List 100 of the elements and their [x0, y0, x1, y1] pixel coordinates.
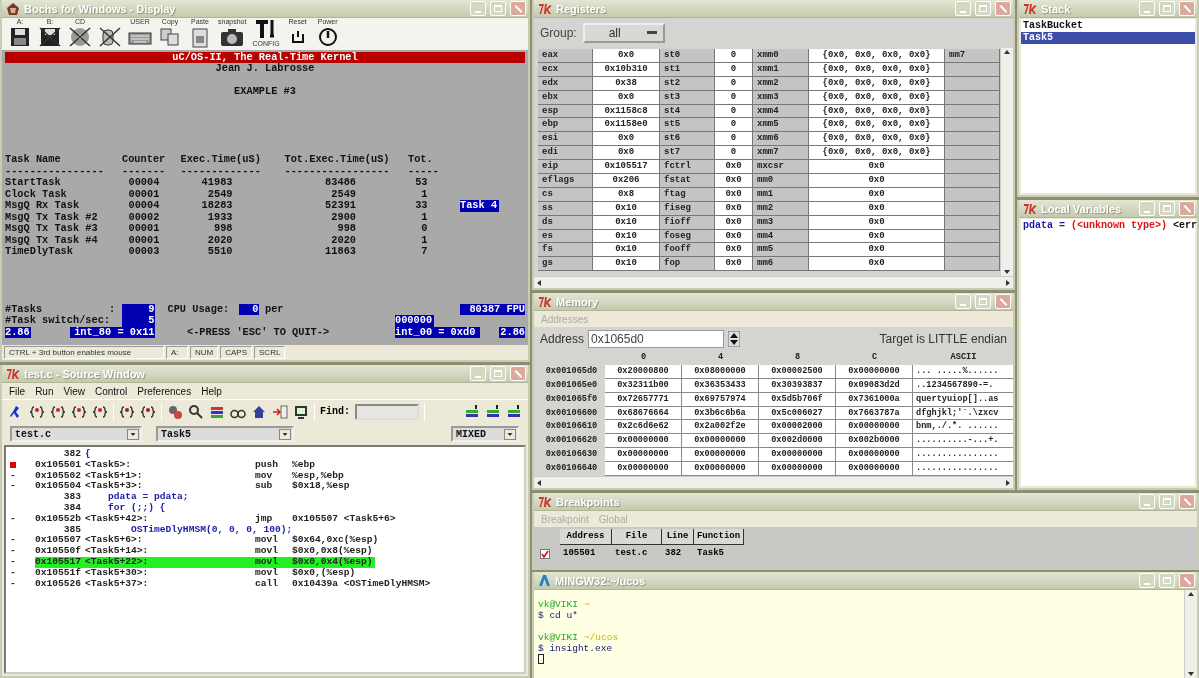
checkbox[interactable]	[540, 549, 550, 559]
menu-item[interactable]: File	[4, 385, 31, 397]
brace-stop-icon[interactable]	[140, 403, 156, 420]
file-dropdown[interactable]: test.c	[10, 426, 142, 442]
rule-text: ----------------	[5, 165, 105, 177]
register-value-cell: {0x0, 0x0, 0x0, 0x0}	[809, 132, 945, 147]
stack-icon[interactable]	[464, 403, 480, 420]
find-field[interactable]	[355, 403, 419, 420]
register-name-cell: mm0	[753, 174, 809, 188]
table-text: 00004	[128, 200, 161, 212]
banner: uC/OS-II, The Real-Time Kernel	[5, 52, 525, 63]
register-value-cell: 0x0	[715, 160, 753, 174]
status-text: SCRL	[254, 346, 286, 359]
arrow-page-icon[interactable]	[272, 403, 288, 420]
source-text: {	[85, 449, 91, 460]
register-value-cell: 0x0	[593, 146, 660, 161]
line-number: 385	[62, 524, 81, 536]
register-name-cell: fop	[660, 257, 715, 272]
gears-icon[interactable]	[167, 403, 183, 420]
scrollbar[interactable]	[1000, 48, 1013, 276]
window-title: Stack	[1041, 2, 1072, 15]
stack-icon[interactable]	[485, 403, 501, 420]
memory-cell: 0x00000000	[836, 420, 913, 435]
table-text: 382	[664, 547, 683, 560]
status-text: CAPS	[220, 346, 252, 359]
memory-cell: 0x002d0000	[759, 434, 836, 449]
opcode-text: movl	[255, 546, 280, 557]
function-dropdown[interactable]: Task5	[156, 426, 294, 442]
brace-stop-icon[interactable]	[119, 403, 135, 420]
memory-cell: 0x2a002f2e	[682, 420, 759, 435]
operand-text: $0x18,%esp	[292, 481, 350, 493]
memory-cell: bnm,./.*. ......	[913, 420, 1013, 435]
register-name-cell: eax	[538, 49, 593, 63]
value-text: 5	[122, 315, 155, 327]
register-name-cell: mxcsr	[753, 160, 809, 174]
register-name-cell: xmm5	[753, 118, 809, 133]
menu-item[interactable]: Preferences	[132, 385, 197, 397]
register-value-cell: 0	[715, 146, 753, 161]
table-text: Clock Task	[5, 188, 68, 200]
window-title: MINGW32:~/ucos	[555, 574, 647, 587]
stack-frame-item[interactable]: Task5	[1021, 32, 1195, 44]
text-cursor	[538, 654, 544, 664]
brace-arrow-icon[interactable]	[92, 403, 108, 420]
row-address: 0x001065f0	[544, 392, 599, 406]
scrollbar[interactable]	[534, 276, 1013, 288]
label-text: :	[109, 303, 116, 315]
scrollbar[interactable]	[534, 476, 1013, 488]
brace-arrow-icon[interactable]	[29, 403, 45, 420]
dropdown-bar-icon	[646, 31, 657, 35]
close-button[interactable]	[1179, 201, 1195, 216]
scrollbar[interactable]	[1184, 590, 1197, 678]
column-header: Tot.	[408, 154, 434, 166]
address-text: 0x105501	[35, 459, 83, 471]
row-address: 0x001065d0	[544, 364, 599, 378]
stack-frame-item[interactable]: TaskBucket	[1021, 20, 1195, 32]
address-text: 0x105502	[35, 470, 83, 482]
close-button[interactable]	[995, 1, 1011, 16]
operand-text: $0x64,0xc(%esp)	[292, 535, 379, 546]
house-icon[interactable]	[251, 403, 267, 420]
stack-icon[interactable]	[506, 403, 522, 420]
copy-icon[interactable]	[158, 26, 182, 48]
register-value-cell: 0x105517	[593, 160, 660, 174]
magnifier-icon[interactable]	[188, 403, 204, 420]
register-name-cell: eip	[538, 160, 593, 174]
register-value-cell: 0x206	[593, 174, 660, 188]
address-field[interactable]: 0x1065d0	[588, 330, 725, 348]
memory-cell: 0x00000000	[605, 434, 682, 449]
monitor-icon[interactable]	[293, 403, 309, 420]
camera-icon[interactable]	[220, 26, 245, 48]
menu-item[interactable]: Control	[90, 385, 133, 397]
close-button[interactable]	[1179, 573, 1195, 588]
table-text: 00003	[128, 246, 161, 258]
group-dropdown[interactable]: all	[582, 23, 665, 43]
register-name-cell: fooff	[660, 243, 715, 258]
close-button[interactable]	[995, 294, 1011, 309]
mode-dropdown[interactable]: MIXED	[451, 426, 519, 442]
register-value-cell: 0x0	[809, 243, 945, 258]
close-button[interactable]	[1179, 1, 1195, 16]
register-name-cell: eflags	[538, 174, 593, 188]
floppy-icon[interactable]	[8, 26, 32, 48]
spinner-icon[interactable]	[728, 331, 741, 347]
menu-item[interactable]: Help	[196, 385, 227, 397]
window-title: Local Variables	[1041, 202, 1123, 215]
table-text: 83486	[324, 177, 356, 189]
column-header: Exec.Time(uS)	[180, 154, 262, 166]
brace-arrow-icon[interactable]	[50, 403, 66, 420]
operand-text: 0x10439a <OSTimeDlyHMSM>	[292, 578, 431, 590]
close-button[interactable]	[510, 366, 526, 381]
table-text: 00001	[128, 188, 161, 200]
logo-icon	[538, 495, 552, 508]
close-button[interactable]	[1179, 494, 1195, 509]
brace-arrow-icon[interactable]	[71, 403, 87, 420]
opcode-text: call	[255, 578, 280, 590]
breakpoint-icon[interactable]	[10, 462, 16, 469]
close-button[interactable]	[510, 1, 526, 16]
symbol-text: <Task5+37>:	[85, 578, 150, 590]
menu-item[interactable]: View	[58, 385, 90, 397]
opcode-text: sub	[255, 481, 274, 493]
source-text: pdata = pdata;	[107, 492, 189, 503]
menu-item[interactable]: Run	[30, 385, 59, 397]
